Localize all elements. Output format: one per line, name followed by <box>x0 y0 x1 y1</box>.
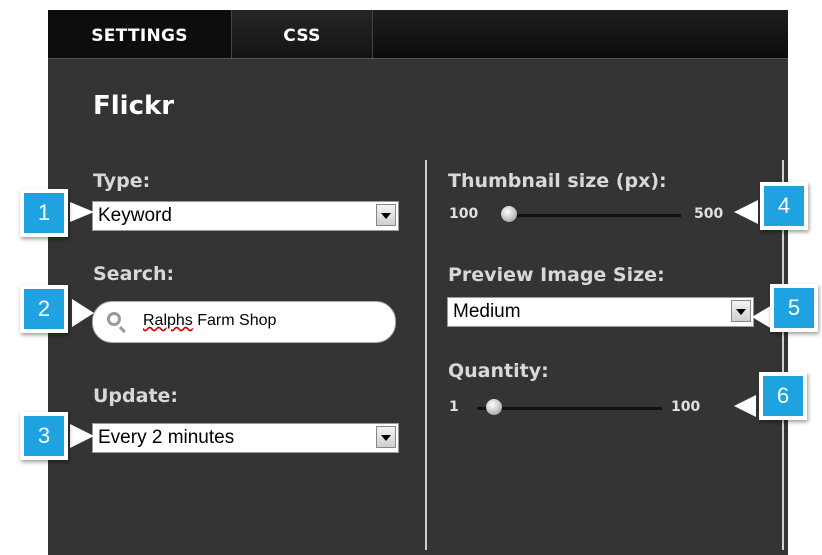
callout-5: 5 <box>770 284 818 332</box>
callout-pointer-2 <box>72 299 94 327</box>
callout-pointers <box>70 200 772 448</box>
callout-pointer-3 <box>70 424 94 448</box>
callout-pointer-6 <box>734 395 756 417</box>
callout-1: 1 <box>20 189 68 237</box>
callout-4: 4 <box>760 182 808 230</box>
callout-6: 6 <box>759 372 807 420</box>
callout-3: 3 <box>20 412 68 460</box>
callout-2: 2 <box>20 285 68 333</box>
callout-pointer-5 <box>752 305 772 329</box>
callout-pointer-1 <box>70 202 94 222</box>
callout-pointer-4 <box>734 200 758 224</box>
